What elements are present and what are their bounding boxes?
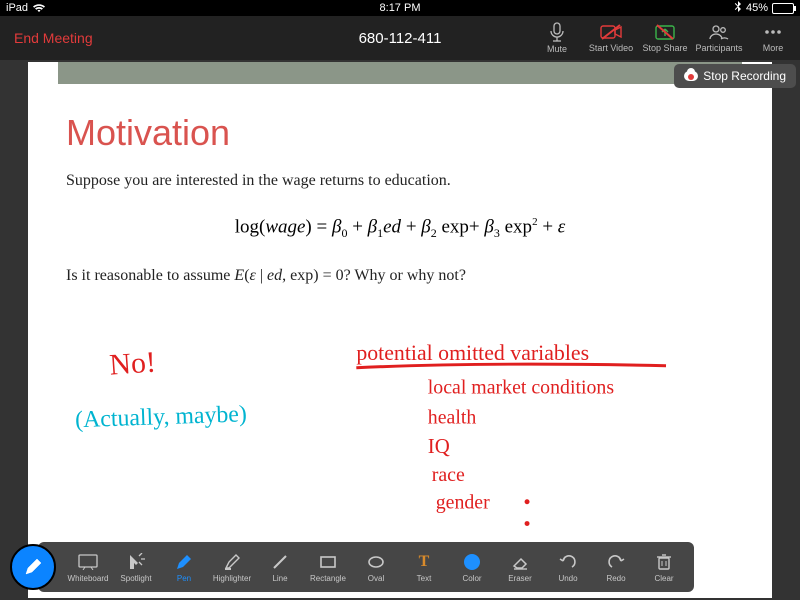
color-swatch-icon bbox=[462, 552, 482, 572]
rectangle-button[interactable]: Rectangle bbox=[304, 552, 352, 583]
ios-status-bar: iPad 8:17 PM 45% bbox=[0, 0, 800, 16]
line-icon bbox=[270, 552, 290, 572]
mute-button[interactable]: Mute bbox=[530, 16, 584, 60]
spotlight-button[interactable]: Spotlight bbox=[112, 552, 160, 583]
clock: 8:17 PM bbox=[6, 2, 794, 14]
trash-icon bbox=[654, 552, 674, 572]
undo-icon bbox=[558, 552, 578, 572]
highlighter-button[interactable]: Highlighter bbox=[208, 552, 256, 583]
color-button[interactable]: Color bbox=[448, 552, 496, 583]
more-icon bbox=[762, 23, 784, 41]
pencil-icon bbox=[23, 557, 43, 577]
redo-button[interactable]: Redo bbox=[592, 552, 640, 583]
undo-button[interactable]: Undo bbox=[544, 552, 592, 583]
whiteboard-button[interactable]: Whiteboard bbox=[64, 552, 112, 583]
eraser-icon bbox=[510, 552, 530, 572]
text-button[interactable]: T Text bbox=[400, 552, 448, 583]
share-content: Stop Recording 3 Motivation Suppose you … bbox=[0, 60, 800, 600]
redo-icon bbox=[606, 552, 626, 572]
stop-share-icon bbox=[654, 23, 676, 41]
participants-button[interactable]: Participants bbox=[692, 16, 746, 60]
spotlight-icon bbox=[126, 552, 146, 572]
whiteboard-icon bbox=[78, 552, 98, 572]
highlighter-icon bbox=[222, 552, 242, 572]
pen-button[interactable]: Pen bbox=[160, 552, 208, 583]
battery-icon bbox=[772, 3, 794, 14]
slide-line2: Is it reasonable to assume E(ε | ed, exp… bbox=[66, 267, 734, 285]
text-icon: T bbox=[414, 552, 434, 572]
end-meeting-button[interactable]: End Meeting bbox=[0, 30, 107, 46]
cloud-record-icon bbox=[684, 71, 698, 81]
clear-button[interactable]: Clear bbox=[640, 552, 688, 583]
pen-icon bbox=[174, 552, 194, 572]
wifi-icon bbox=[32, 3, 46, 13]
rectangle-icon bbox=[318, 552, 338, 572]
slide-number-bar: 3 bbox=[58, 62, 742, 84]
line-button[interactable]: Line bbox=[256, 552, 304, 583]
slide-equation: log(wage) = β0 + β1ed + β2 exp+ β3 exp2 … bbox=[58, 216, 742, 241]
annotation-toggle-button[interactable] bbox=[10, 544, 56, 590]
slide: 3 Motivation Suppose you are interested … bbox=[28, 62, 772, 598]
slide-title: Motivation bbox=[66, 112, 742, 154]
oval-icon bbox=[366, 552, 386, 572]
annotation-toolbar: Whiteboard Spotlight Pen Highlighter Lin… bbox=[38, 542, 694, 592]
start-video-button[interactable]: Start Video bbox=[584, 16, 638, 60]
zoom-toolbar: End Meeting 680-112-411 Mute Start Video… bbox=[0, 16, 800, 60]
device-label: iPad bbox=[6, 2, 28, 14]
more-button[interactable]: More bbox=[746, 16, 800, 60]
video-off-icon bbox=[600, 23, 622, 41]
stop-share-button[interactable]: Stop Share bbox=[638, 16, 692, 60]
participants-icon bbox=[708, 23, 730, 41]
slide-line1: Suppose you are interested in the wage r… bbox=[66, 172, 734, 190]
bluetooth-icon bbox=[734, 1, 742, 15]
battery-percent: 45% bbox=[746, 2, 768, 14]
stop-recording-button[interactable]: Stop Recording bbox=[674, 64, 796, 88]
microphone-icon bbox=[548, 22, 566, 42]
oval-button[interactable]: Oval bbox=[352, 552, 400, 583]
eraser-button[interactable]: Eraser bbox=[496, 552, 544, 583]
